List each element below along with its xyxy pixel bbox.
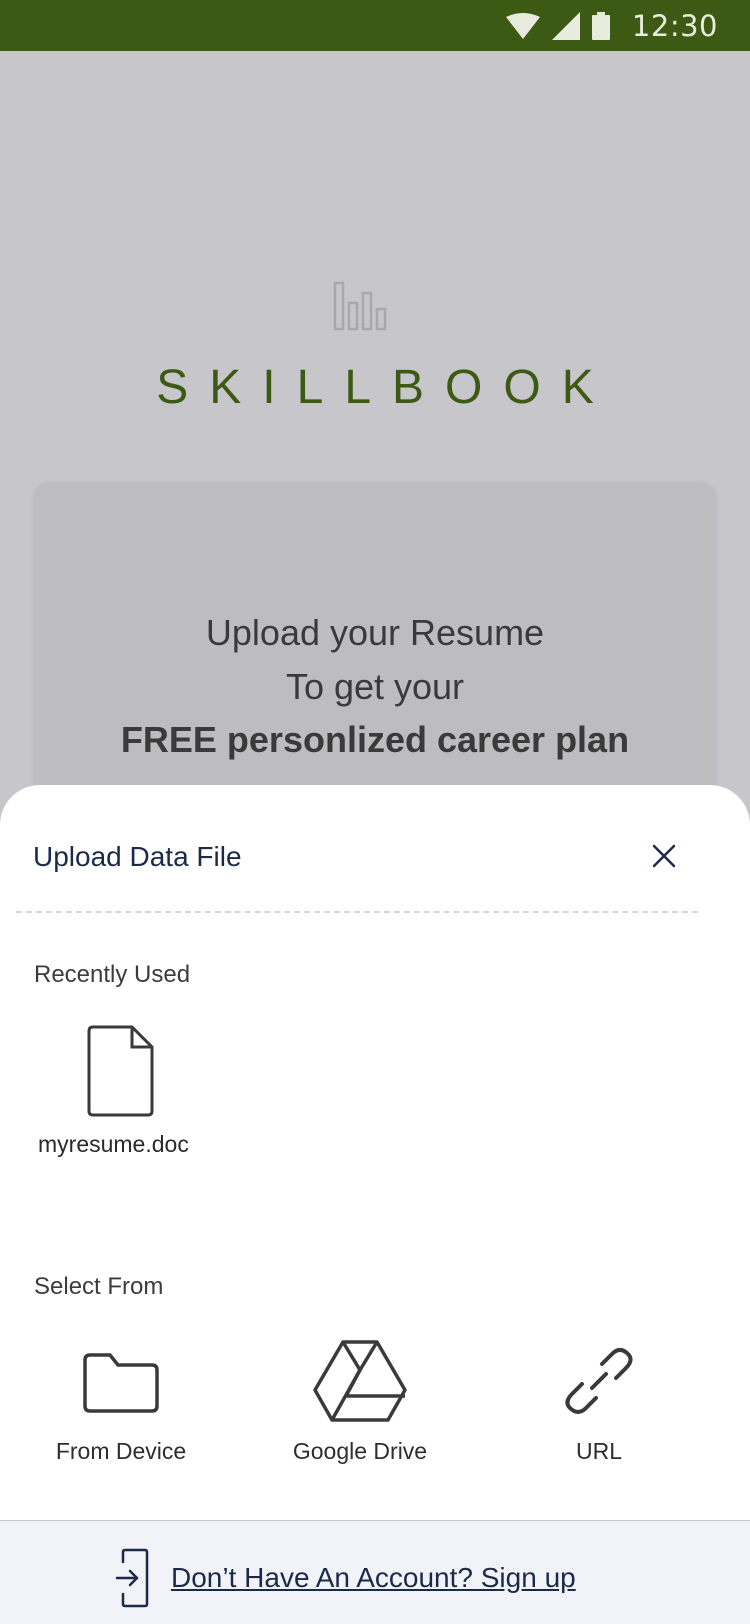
status-bar: 12:30: [0, 0, 750, 51]
select-from-label: Select From: [34, 1273, 164, 1300]
signup-link[interactable]: Don’t Have An Account? Sign up: [115, 1548, 576, 1608]
card-line-1: Upload your Resume: [205, 612, 545, 653]
card-line-3: FREE personlized career plan: [120, 719, 630, 760]
brand-name: SKILLBOOK: [156, 361, 615, 414]
wifi-icon: [505, 12, 540, 39]
folder-icon: [83, 1353, 159, 1413]
recent-file-name: myresume.doc: [38, 1131, 189, 1157]
divider: [16, 911, 698, 913]
battery-icon: [591, 11, 610, 40]
signal-icon: [551, 11, 580, 40]
google-drive-icon: [313, 1340, 407, 1422]
from-device-label: From Device: [55, 1438, 187, 1464]
bar-chart-icon: [333, 281, 387, 331]
close-icon: [652, 844, 676, 868]
google-drive-label: Google Drive: [292, 1438, 428, 1464]
url-label: URL: [575, 1438, 622, 1464]
recently-used-label: Recently Used: [34, 961, 191, 988]
document-icon: [87, 1025, 154, 1117]
google-drive-button[interactable]: Google Drive: [270, 1340, 450, 1480]
status-time: 12:30: [631, 8, 718, 43]
recent-file-item[interactable]: myresume.doc: [34, 1025, 206, 1165]
sheet-title: Upload Data File: [33, 841, 242, 872]
url-button[interactable]: URL: [519, 1340, 679, 1480]
link-icon: [565, 1348, 633, 1414]
card-line-2: To get your: [285, 666, 465, 707]
from-device-button[interactable]: From Device: [30, 1340, 212, 1480]
signup-text[interactable]: Don’t Have An Account? Sign up: [171, 1562, 576, 1594]
close-button[interactable]: [648, 840, 680, 872]
footer: Don’t Have An Account? Sign up: [0, 1521, 750, 1624]
upload-bottom-sheet: Upload Data File Recently Used myresume.…: [0, 785, 750, 1520]
login-icon: [115, 1548, 149, 1608]
